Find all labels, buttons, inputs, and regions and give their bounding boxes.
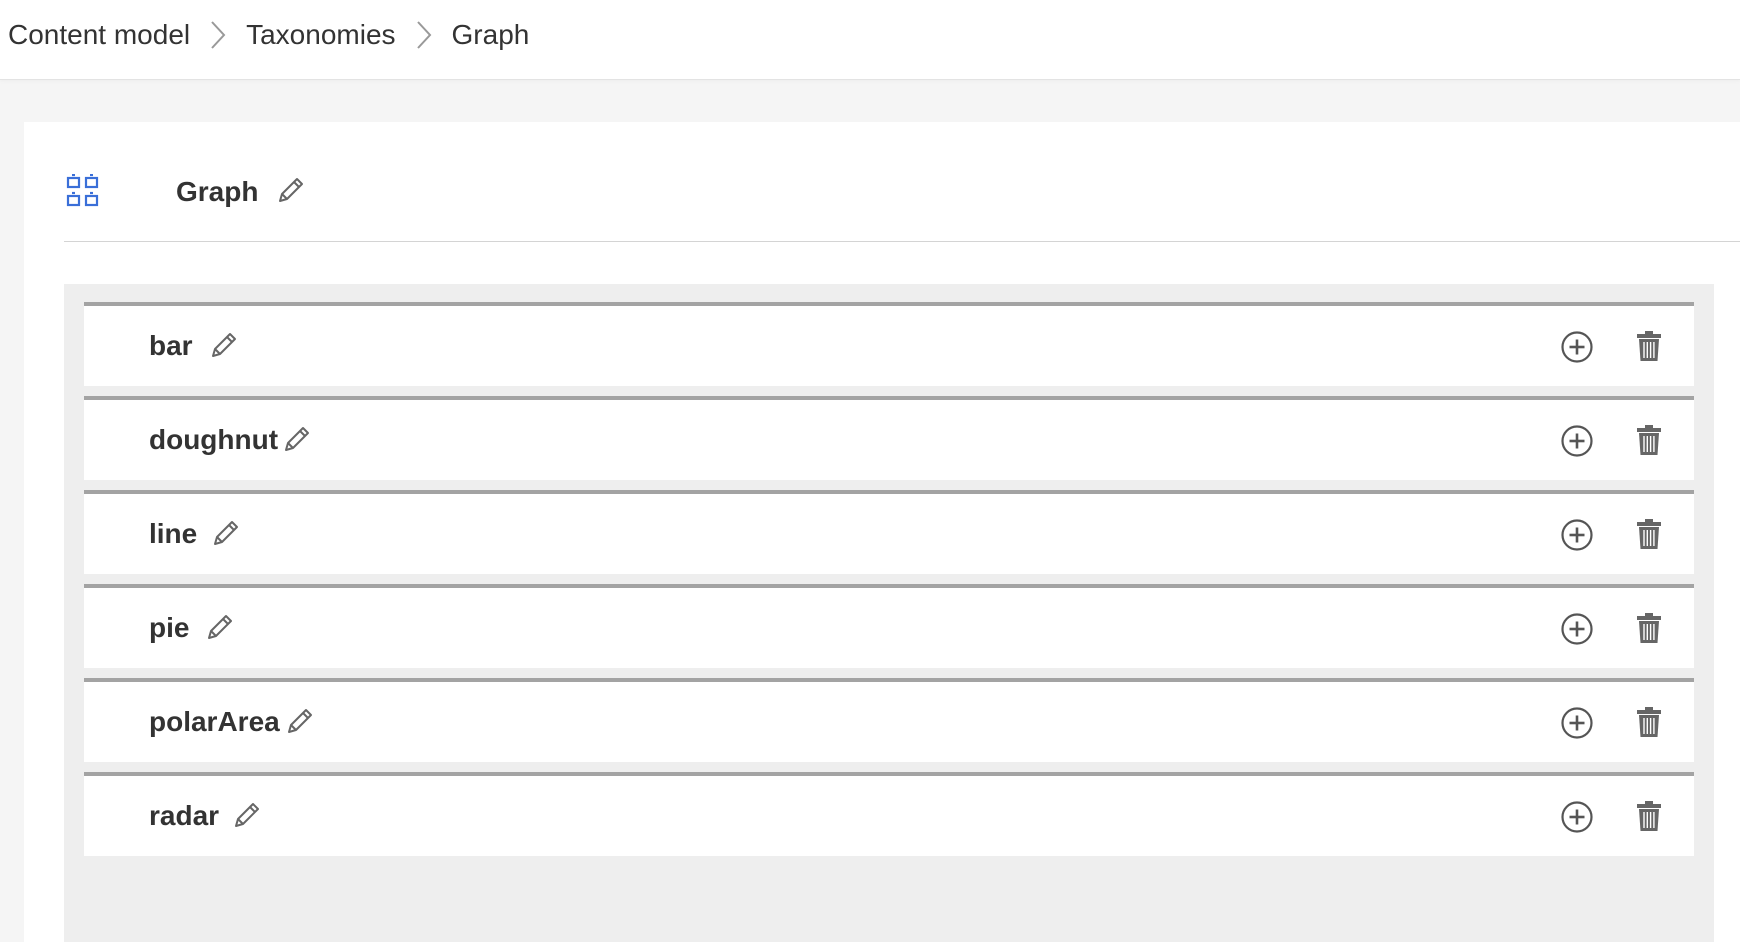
- term-row: radar: [84, 772, 1694, 856]
- add-child-term-plus-circle-icon[interactable]: [1560, 706, 1594, 740]
- term-row: doughnut: [84, 396, 1694, 480]
- term-row: pie: [84, 584, 1694, 668]
- breadcrumb-content-model[interactable]: Content model: [8, 19, 190, 51]
- add-child-term-plus-circle-icon[interactable]: [1560, 518, 1594, 552]
- delete-term-trash-icon[interactable]: [1636, 706, 1662, 738]
- delete-term-trash-icon[interactable]: [1636, 612, 1662, 644]
- edit-term-pencil-icon[interactable]: [209, 518, 241, 550]
- term-label: bar: [149, 330, 193, 361]
- delete-term-trash-icon[interactable]: [1636, 518, 1662, 550]
- edit-term-pencil-icon[interactable]: [230, 800, 262, 832]
- term-label: pie: [149, 612, 190, 643]
- add-child-term-plus-circle-icon[interactable]: [1560, 330, 1594, 364]
- term-label: polarArea: [149, 706, 280, 737]
- terms-list: bar doughnut line pie polarArea radar: [64, 284, 1714, 942]
- breadcrumb: Content model Taxonomies Graph: [8, 0, 529, 70]
- delete-term-trash-icon[interactable]: [1636, 800, 1662, 832]
- term-label: radar: [149, 800, 220, 831]
- taxonomy-title: Graph: [176, 176, 259, 207]
- delete-term-trash-icon[interactable]: [1636, 424, 1662, 456]
- edit-term-pencil-icon[interactable]: [203, 612, 235, 644]
- edit-term-pencil-icon[interactable]: [207, 330, 239, 362]
- taxonomy-card: Graph bar doughnut line pie polarArea ra…: [24, 122, 1740, 942]
- term-row: line: [84, 490, 1694, 574]
- edit-term-pencil-icon[interactable]: [280, 424, 312, 456]
- add-child-term-plus-circle-icon[interactable]: [1560, 424, 1594, 458]
- term-row: polarArea: [84, 678, 1694, 762]
- taxonomy-header: Graph: [64, 122, 1740, 242]
- edit-taxonomy-pencil-icon[interactable]: [274, 175, 306, 207]
- delete-term-trash-icon[interactable]: [1636, 330, 1662, 362]
- add-child-term-plus-circle-icon[interactable]: [1560, 612, 1594, 646]
- top-bar: Content model Taxonomies Graph: [0, 0, 1740, 80]
- term-label: doughnut: [149, 424, 279, 455]
- term-row: bar: [84, 302, 1694, 386]
- term-label: line: [149, 518, 198, 549]
- chevron-right-icon: [190, 15, 246, 55]
- breadcrumb-taxonomies[interactable]: Taxonomies: [246, 19, 395, 51]
- chevron-right-icon: [396, 15, 452, 55]
- breadcrumb-current-graph: Graph: [451, 19, 530, 50]
- add-child-term-plus-circle-icon[interactable]: [1560, 800, 1594, 834]
- taxonomy-grid-icon: [66, 174, 100, 208]
- edit-term-pencil-icon[interactable]: [283, 706, 315, 738]
